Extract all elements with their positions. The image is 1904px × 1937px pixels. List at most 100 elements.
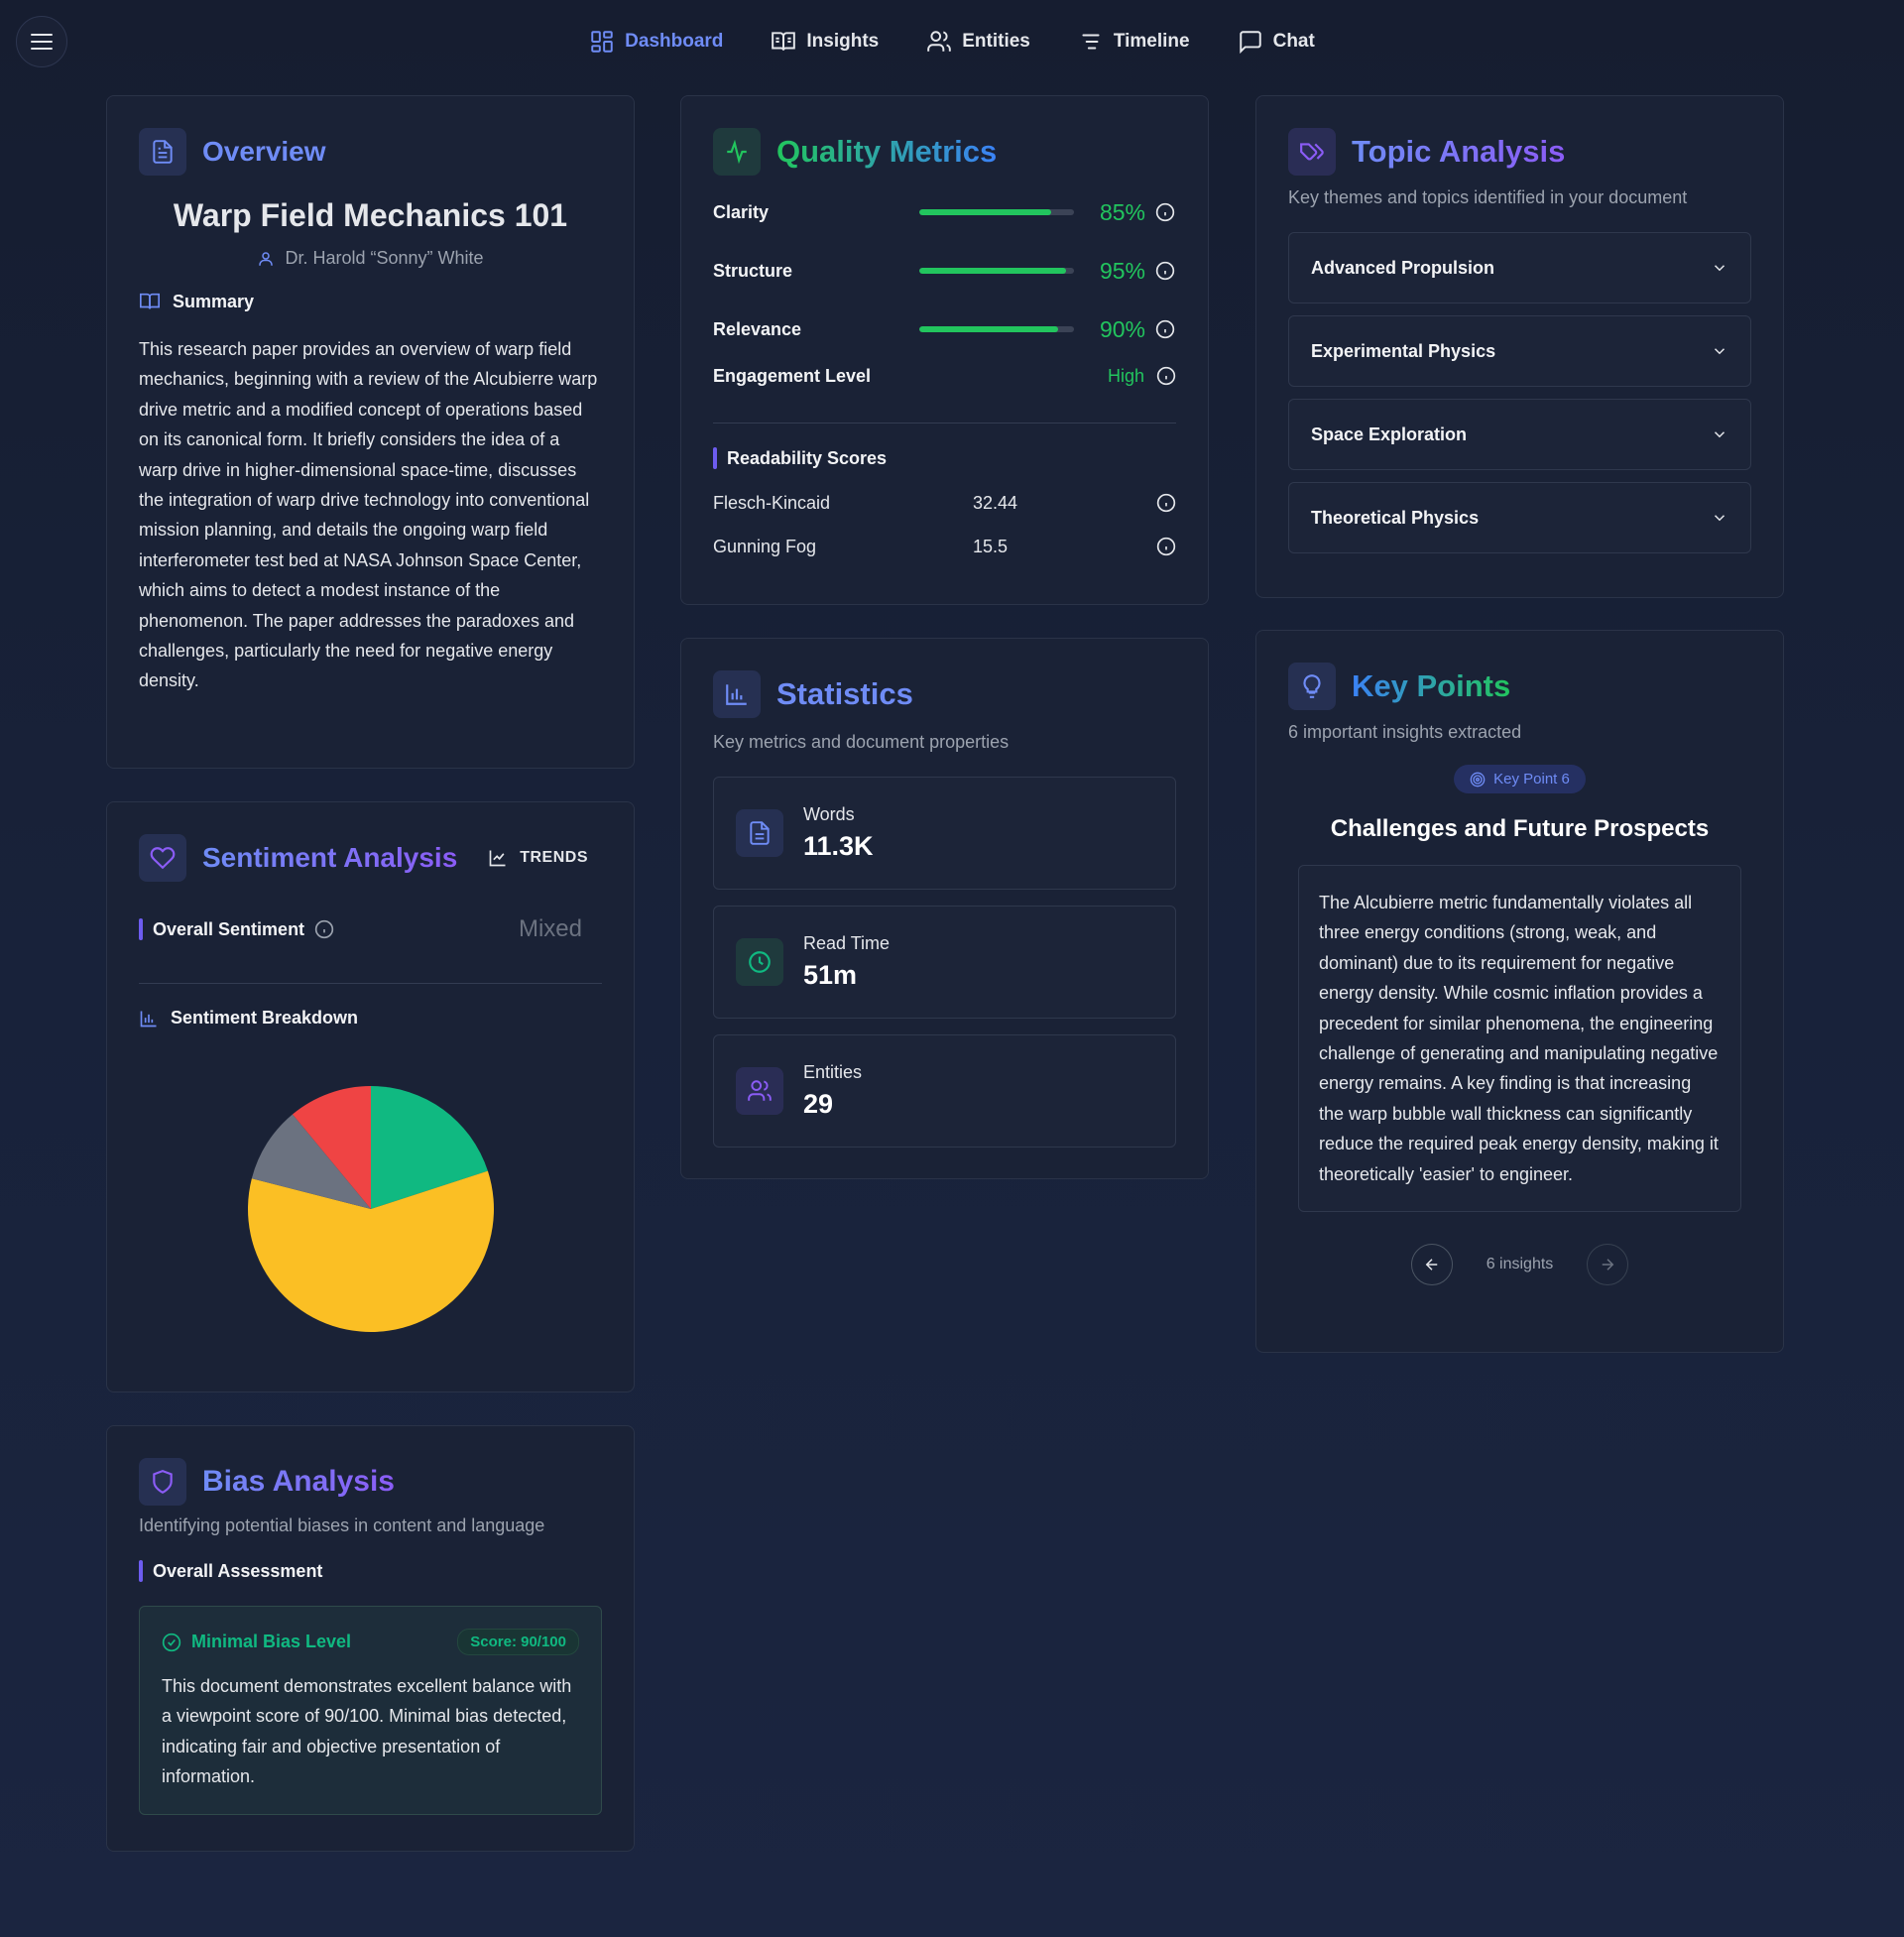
metric-bar-fill: [919, 209, 1051, 215]
nav-insights[interactable]: Insights: [771, 29, 879, 55]
info-icon[interactable]: [1156, 493, 1176, 513]
keypoints-title: Key Points: [1352, 668, 1511, 703]
bias-icon-box: [139, 1458, 186, 1506]
stat-words: Words 11.3K: [713, 777, 1176, 890]
bias-card: Bias Analysis Identifying potential bias…: [106, 1425, 635, 1852]
quality-title: Quality Metrics: [776, 134, 998, 169]
statistics-subtitle: Key metrics and document properties: [713, 732, 1010, 752]
sentiment-title: Sentiment Analysis: [202, 842, 458, 873]
bias-text: This document demonstrates excellent bal…: [162, 1676, 572, 1787]
readability-label: Flesch-Kincaid: [713, 492, 831, 513]
lightbulb-icon: [1303, 674, 1321, 698]
readability-label: Gunning Fog: [713, 536, 817, 556]
chevron-down-icon: [1714, 515, 1726, 522]
overall-sentiment-label: Overall Sentiment: [153, 918, 305, 939]
chat-icon: [1239, 31, 1261, 55]
quality-card: Quality Metrics Clarity 85% Structure 95…: [680, 95, 1209, 605]
key-point-box: The Alcubierre metric fundamentally viol…: [1298, 865, 1741, 1213]
divider: [139, 983, 602, 984]
topic-item[interactable]: Experimental Physics: [1288, 315, 1751, 387]
key-point-badge: Key Point 6: [1454, 765, 1586, 793]
metric-bar: [919, 209, 1074, 215]
quality-metric-row: Relevance 90%: [713, 314, 1176, 344]
nav-chat-label: Chat: [1272, 31, 1315, 52]
bias-result-box: Minimal Bias Level Score: 90/100 This do…: [139, 1606, 602, 1815]
stat-value: 29: [803, 1089, 834, 1119]
topic-label: Theoretical Physics: [1311, 507, 1480, 528]
info-icon[interactable]: [1155, 261, 1175, 281]
nav-timeline-label: Timeline: [1113, 31, 1190, 52]
accent-bar: [713, 447, 717, 469]
book-icon: [772, 32, 796, 51]
nav-insights-label: Insights: [806, 31, 880, 52]
nav-entities[interactable]: Entities: [926, 29, 1030, 55]
document-icon: [750, 821, 770, 845]
engagement-label: Engagement Level: [713, 365, 872, 386]
metric-label: Clarity: [713, 201, 770, 222]
bias-score-badge: Score: 90/100: [457, 1629, 579, 1655]
topic-title: Topic Analysis: [1352, 134, 1566, 169]
key-point-text: The Alcubierre metric fundamentally viol…: [1319, 893, 1719, 1184]
users-icon: [927, 31, 952, 52]
sentiment-card: Sentiment Analysis TRENDS Overall Sentim…: [106, 801, 635, 1392]
readability-value: 32.44: [973, 492, 1018, 513]
topic-item[interactable]: Advanced Propulsion: [1288, 232, 1751, 303]
info-icon[interactable]: [1155, 319, 1175, 339]
overview-card: Overview Warp Field Mechanics 101 Dr. Ha…: [106, 95, 635, 769]
metric-value: 90%: [1099, 315, 1145, 342]
bar-chart-icon: [140, 1011, 157, 1027]
topic-label: Advanced Propulsion: [1311, 257, 1495, 278]
trends-button[interactable]: TRENDS: [488, 848, 588, 868]
topic-card: Topic Analysis Key themes and topics ide…: [1255, 95, 1784, 598]
nav-chat[interactable]: Chat: [1238, 29, 1315, 55]
dashboard-icon: [591, 31, 613, 53]
timeline-icon: [1082, 34, 1100, 50]
keypoints-card: Key Points 6 important insights extracte…: [1255, 630, 1784, 1353]
bias-subtitle: Identifying potential biases in content …: [139, 1515, 545, 1535]
document-icon: [153, 140, 173, 164]
stat-entities: Entities 29: [713, 1034, 1176, 1148]
stat-icon-box: [736, 809, 783, 857]
shield-icon: [153, 1470, 173, 1495]
summary-label: Summary: [173, 291, 255, 311]
topic-label: Experimental Physics: [1311, 340, 1496, 361]
line-chart-icon: [489, 850, 506, 867]
info-icon[interactable]: [1156, 366, 1176, 386]
sentiment-icon-box: [139, 834, 186, 882]
accent-bar: [139, 918, 143, 940]
topic-item[interactable]: Theoretical Physics: [1288, 482, 1751, 553]
stat-icon-box: [736, 938, 783, 986]
nav-entities-label: Entities: [962, 31, 1030, 52]
document-title: Warp Field Mechanics 101: [173, 197, 568, 233]
bias-title: Bias Analysis: [202, 1465, 395, 1498]
topic-item[interactable]: Space Exploration: [1288, 399, 1751, 470]
metric-bar-fill: [919, 326, 1059, 332]
statistics-icon-box: [713, 670, 761, 718]
topic-subtitle: Key themes and topics identified in your…: [1288, 187, 1688, 207]
pager-label: 6 insights: [1486, 1256, 1554, 1273]
keypoints-subtitle: 6 important insights extracted: [1288, 722, 1522, 742]
readability-label: Readability Scores: [727, 447, 888, 468]
overview-icon-box: [139, 128, 186, 176]
readability-row: Flesch-Kincaid 32.44: [713, 481, 1176, 525]
stat-label: Words: [803, 804, 855, 824]
info-icon[interactable]: [1155, 202, 1175, 222]
readability-row: Gunning Fog 15.5: [713, 525, 1176, 568]
nav-timeline[interactable]: Timeline: [1078, 29, 1190, 55]
statistics-card: Statistics Key metrics and document prop…: [680, 638, 1209, 1179]
arrow-left-icon: [1425, 1259, 1437, 1271]
next-insight-button[interactable]: [1587, 1244, 1629, 1286]
metric-bar: [919, 268, 1074, 274]
stat-read-time: Read Time 51m: [713, 906, 1176, 1019]
quality-metric-row: Structure 95%: [713, 256, 1176, 286]
assessment-label: Overall Assessment: [153, 1560, 323, 1581]
nav-dashboard[interactable]: Dashboard: [589, 29, 723, 55]
quality-icon-box: [713, 128, 761, 176]
prev-insight-button[interactable]: [1410, 1244, 1453, 1286]
overall-sentiment-value: Mixed: [518, 915, 582, 942]
key-point-title: Challenges and Future Prospects: [1330, 815, 1710, 842]
chevron-down-icon: [1714, 348, 1726, 355]
info-icon[interactable]: [314, 919, 334, 939]
info-icon[interactable]: [1156, 537, 1176, 556]
check-circle-icon: [162, 1633, 181, 1651]
